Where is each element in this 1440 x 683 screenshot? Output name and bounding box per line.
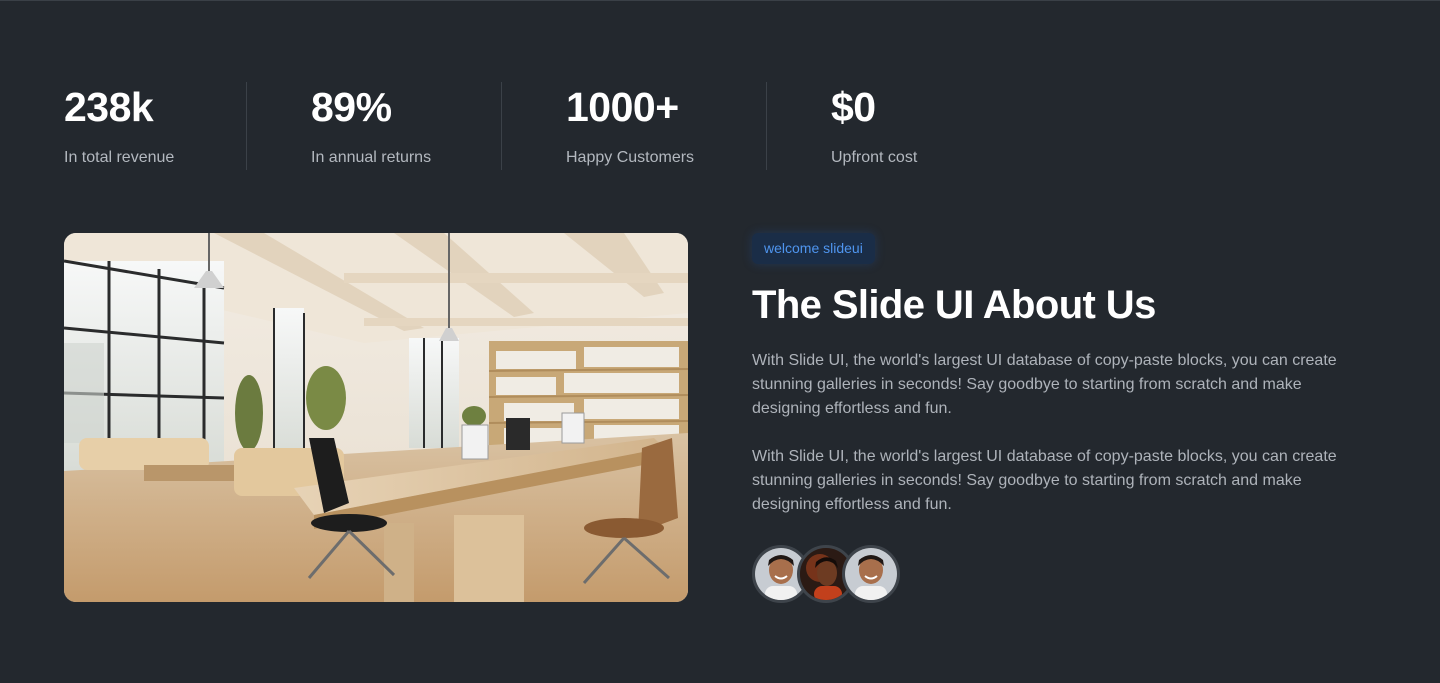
avatar-group [752, 545, 900, 603]
about-paragraph: With Slide UI, the world's largest UI da… [752, 448, 1337, 513]
stat-value: $0 [831, 84, 876, 130]
office-photo [64, 233, 688, 602]
avatar[interactable] [842, 545, 900, 603]
about-title: The Slide UI About Us [752, 283, 1156, 327]
stat-returns: 89% In annual returns [247, 82, 501, 170]
about-section: welcome slideui The Slide UI About Us Wi… [752, 233, 1372, 517]
stat-label: In total revenue [64, 149, 175, 166]
stat-value: 238k [64, 84, 154, 130]
stat-value: 89% [311, 84, 392, 130]
stats-row: 238k In total revenue 89% In annual retu… [64, 82, 987, 170]
stat-value: 1000+ [566, 84, 679, 130]
top-border [0, 0, 1440, 1]
stat-upfront: $0 Upfront cost [767, 82, 987, 170]
about-paragraph: With Slide UI, the world's largest UI da… [752, 352, 1337, 417]
stat-label: Upfront cost [831, 149, 918, 166]
stat-label: Happy Customers [566, 149, 695, 166]
stat-customers: 1000+ Happy Customers [502, 82, 766, 170]
welcome-badge: welcome slideui [752, 233, 875, 264]
stat-label: In annual returns [311, 149, 432, 166]
stat-revenue: 238k In total revenue [64, 82, 246, 170]
